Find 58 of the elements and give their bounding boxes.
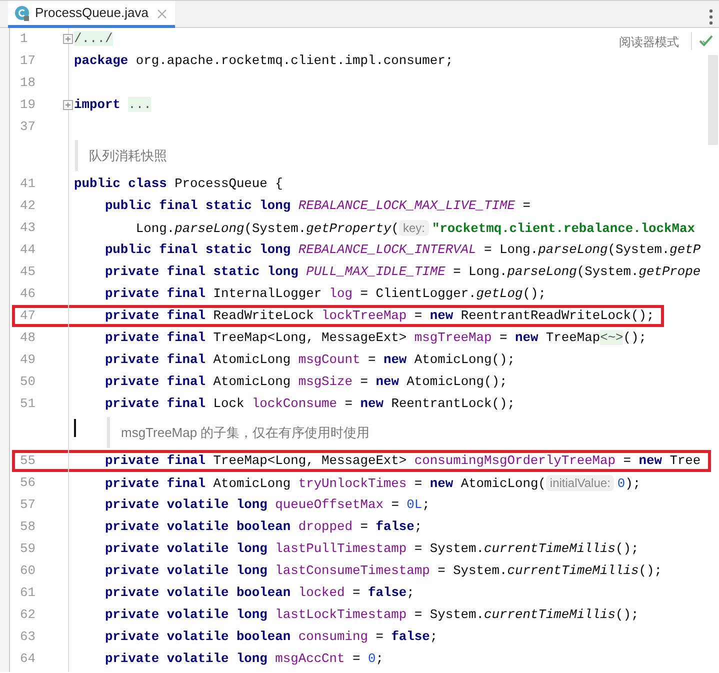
line-number: 51 xyxy=(20,396,36,411)
line-number: 37 xyxy=(20,119,36,134)
line-number: 47 xyxy=(20,308,36,323)
code-line: private final TreeMap<Long, MessageExt> msgTreeMap = new TreeMap<~>(); xyxy=(104,329,647,347)
file-tab[interactable]: ProcessQueue.java xyxy=(8,1,176,28)
line-number: 44 xyxy=(20,242,36,257)
code-line: package org.apache.rocketmq.client.impl.consumer; xyxy=(73,52,454,70)
line-number: 63 xyxy=(20,629,36,644)
code-line: private final ReadWriteLock lockTreeMap = new ReentrantReadWriteLock(); xyxy=(104,307,654,325)
code-line: public final static long REBALANCE_LOCK_MAX_LIVE_TIME = xyxy=(104,197,530,215)
line-number: 57 xyxy=(20,497,36,512)
doc-comment: 队列消耗快照 xyxy=(75,140,167,172)
line-number: 43 xyxy=(20,220,36,235)
line-number: 59 xyxy=(20,541,36,556)
code-line: private final Lock lockConsume = new ReentrantLock(); xyxy=(104,395,515,413)
line-number: 64 xyxy=(20,651,36,666)
line-number: 46 xyxy=(20,286,36,301)
reader-mode-link[interactable]: 阅读器模式 xyxy=(619,33,679,51)
line-number: 41 xyxy=(20,176,36,191)
code-line: private volatile boolean locked = false; xyxy=(104,584,414,602)
code-line: public class ProcessQueue { xyxy=(73,175,283,193)
line-number: 18 xyxy=(20,75,36,90)
fold-icon[interactable] xyxy=(63,100,73,110)
line-number: 42 xyxy=(20,198,36,213)
code-line: private volatile long lastLockTimestamp = System.currentTimeMillis(); xyxy=(104,606,639,624)
line-number: 58 xyxy=(20,519,36,534)
line-number: 17 xyxy=(20,53,36,68)
code-line: private final static long PULL_MAX_IDLE_TIME = Long.parseLong(System.getPrope xyxy=(104,263,701,281)
doc-comment: msgTreeMap 的子集，仅在有序使用时使用 xyxy=(107,416,370,448)
line-number: 49 xyxy=(20,352,36,367)
line-number: 62 xyxy=(20,607,36,622)
code-line: private volatile boolean dropped = false; xyxy=(104,518,422,536)
code-line: import ... xyxy=(73,96,152,114)
code-line: private volatile long msgAccCnt = 0; xyxy=(104,650,384,668)
line-number: 19 xyxy=(20,97,36,112)
code-line: private final InternalLogger log = ClientLogger.getLog(); xyxy=(104,285,546,303)
code-line: public final static long REBALANCE_LOCK_INTERVAL = Long.parseLong(System.getP xyxy=(104,241,701,259)
code-line: private final AtomicLong msgCount = new AtomicLong(); xyxy=(104,351,515,369)
code-line: private volatile long lastConsumeTimestamp = System.currentTimeMillis(); xyxy=(104,562,662,580)
line-number: 48 xyxy=(20,330,36,345)
check-icon xyxy=(699,35,713,47)
class-icon xyxy=(14,5,30,21)
code-line: private final TreeMap<Long, MessageExt> consumingMsgOrderlyTreeMap = new Tree xyxy=(104,452,701,470)
line-number: 61 xyxy=(20,585,36,600)
line-number: 60 xyxy=(20,563,36,578)
code-line: private volatile long lastPullTimestamp = System.currentTimeMillis(); xyxy=(104,540,639,558)
line-number: 50 xyxy=(20,374,36,389)
line-number: 1 xyxy=(20,31,28,46)
code-line: private final AtomicLong tryUnlockTimes = new AtomicLong( initialValue: 0); xyxy=(104,474,641,493)
scrollbar-thumb[interactable] xyxy=(708,55,718,145)
code-line: private volatile long queueOffsetMax = 0L; xyxy=(104,496,430,514)
code-line: private final AtomicLong msgSize = new AtomicLong(); xyxy=(104,373,508,391)
line-number: 45 xyxy=(20,264,36,279)
line-number: 55 xyxy=(20,453,36,468)
fold-icon[interactable] xyxy=(63,34,73,44)
code-line: private volatile boolean consuming = false; xyxy=(104,628,438,646)
line-number: 56 xyxy=(20,475,36,490)
code-line: Long.parseLong(System.getProperty( key: "rocketmq.client.rebalance.lockMax xyxy=(134,219,695,238)
